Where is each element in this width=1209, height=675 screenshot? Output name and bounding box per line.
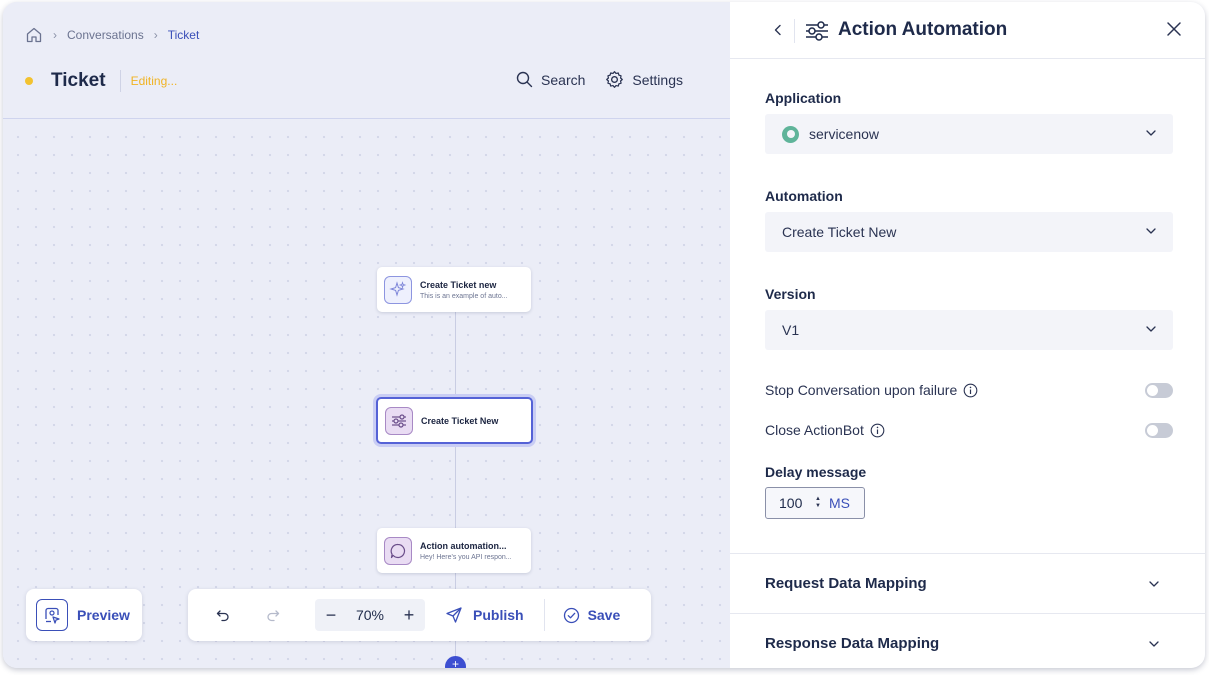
- close-icon: [1167, 22, 1181, 36]
- chevron-down-icon: [1146, 326, 1156, 332]
- publish-button[interactable]: Publish: [445, 606, 524, 624]
- automation-label: Automation: [765, 188, 843, 204]
- check-circle-icon: [563, 607, 579, 623]
- sparkle-icon: [384, 275, 412, 304]
- node-subtitle: This is an example of auto...: [420, 292, 508, 300]
- home-icon[interactable]: [25, 26, 43, 44]
- flow-connector: [455, 312, 456, 398]
- settings-label: Settings: [632, 71, 683, 88]
- back-button[interactable]: [770, 20, 786, 40]
- stepper-up-icon[interactable]: ▲: [815, 496, 821, 503]
- status-dot: [25, 77, 33, 85]
- header-divider: [794, 19, 795, 43]
- chevron-left-icon: [774, 24, 781, 36]
- search-button[interactable]: Search: [516, 71, 585, 88]
- breadcrumb-ticket[interactable]: Ticket: [168, 28, 200, 42]
- toolbar-divider: [543, 599, 545, 631]
- delay-stepper[interactable]: ▲ ▼: [815, 496, 821, 510]
- close-actionbot-label: Close ActionBot: [765, 422, 864, 438]
- preview-button[interactable]: Preview: [26, 589, 142, 641]
- close-actionbot-toggle[interactable]: [1145, 423, 1173, 438]
- editing-status: Editing...: [130, 74, 178, 88]
- zoom-control: − 70% +: [315, 599, 425, 631]
- chevron-down-icon: [1146, 228, 1156, 234]
- close-actionbot-row: Close ActionBot: [765, 422, 1173, 438]
- node-title: Action automation...: [420, 540, 507, 551]
- zoom-out-button[interactable]: −: [323, 605, 339, 626]
- preview-icon: [36, 599, 68, 631]
- automation-select[interactable]: Create Ticket New: [765, 212, 1173, 252]
- publish-label: Publish: [473, 607, 524, 623]
- action-automation-panel: Action Automation Application servicenow…: [730, 2, 1205, 668]
- breadcrumb-conversations[interactable]: Conversations: [67, 28, 144, 42]
- request-data-mapping-label: Request Data Mapping: [765, 575, 927, 592]
- chevron-down-icon: [1149, 581, 1159, 587]
- search-label: Search: [541, 71, 586, 88]
- node-title: Create Ticket new: [420, 279, 497, 290]
- search-icon: [516, 71, 533, 88]
- panel-title: Action Automation: [838, 19, 1008, 40]
- servicenow-logo-icon: [782, 125, 799, 143]
- redo-button[interactable]: [255, 608, 291, 622]
- zoom-level: 70%: [355, 607, 385, 623]
- stop-on-failure-toggle[interactable]: [1145, 383, 1173, 398]
- info-icon[interactable]: [963, 383, 978, 398]
- page-title: Ticket: [51, 70, 106, 91]
- flow-canvas[interactable]: [3, 120, 730, 668]
- info-icon[interactable]: [870, 423, 885, 438]
- delay-input[interactable]: 100 ▲ ▼ MS: [765, 487, 865, 519]
- application-label: Application: [765, 90, 842, 106]
- response-data-mapping-label: Response Data Mapping: [765, 635, 940, 652]
- undo-button[interactable]: [205, 608, 241, 622]
- title-divider: [119, 70, 121, 92]
- version-select[interactable]: V1: [765, 310, 1173, 350]
- version-value: V1: [782, 322, 800, 338]
- delay-label: Delay message: [765, 464, 867, 480]
- stop-on-failure-row: Stop Conversation upon failure: [765, 382, 1173, 398]
- chevron-right-icon: ›: [153, 28, 158, 42]
- node-subtitle: Hey! Here's you API respon...: [420, 553, 512, 561]
- node-title: Create Ticket New: [421, 415, 499, 426]
- delay-unit: MS: [828, 495, 850, 511]
- flow-editor: › Conversations › Ticket Ticket Editing.…: [3, 2, 730, 668]
- undo-icon: [216, 610, 229, 622]
- automation-icon: [385, 406, 413, 435]
- version-label: Version: [765, 286, 816, 302]
- panel-header: Action Automation: [730, 2, 1205, 59]
- preview-label: Preview: [77, 607, 130, 623]
- zoom-in-button[interactable]: +: [401, 605, 417, 626]
- request-data-mapping-section[interactable]: Request Data Mapping: [730, 553, 1205, 613]
- bottom-toolbar: − 70% + Publish Save: [188, 589, 651, 641]
- automation-icon: [804, 19, 830, 48]
- application-value: servicenow: [809, 126, 880, 142]
- settings-button[interactable]: Settings: [605, 70, 683, 89]
- save-button[interactable]: Save: [563, 607, 621, 624]
- close-button[interactable]: [1166, 21, 1182, 42]
- breadcrumb: › Conversations › Ticket: [25, 26, 199, 44]
- message-icon: [384, 536, 412, 565]
- redo-icon: [267, 610, 280, 622]
- chevron-right-icon: ›: [53, 28, 57, 42]
- app-window: › Conversations › Ticket Ticket Editing.…: [3, 2, 1205, 668]
- header-actions: Search Settings: [496, 70, 683, 89]
- flow-node-create-ticket-automation[interactable]: Create Ticket New: [376, 397, 533, 444]
- application-select[interactable]: servicenow: [765, 114, 1173, 154]
- chevron-down-icon: [1149, 641, 1159, 647]
- delay-value: 100: [779, 495, 803, 511]
- stepper-down-icon[interactable]: ▼: [815, 503, 821, 510]
- response-data-mapping-section[interactable]: Response Data Mapping: [730, 613, 1205, 668]
- flow-node-create-ticket-ai[interactable]: Create Ticket new This is an example of …: [377, 267, 531, 312]
- title-row: Ticket Editing...: [25, 68, 177, 94]
- send-icon: [446, 607, 462, 623]
- chevron-down-icon: [1146, 130, 1156, 136]
- gear-icon: [606, 71, 624, 88]
- flow-node-action-automation-message[interactable]: Action automation... Hey! Here's you API…: [377, 528, 531, 573]
- save-label: Save: [587, 607, 621, 623]
- flow-connector: [455, 444, 456, 530]
- automation-value: Create Ticket New: [782, 224, 897, 240]
- stop-on-failure-label: Stop Conversation upon failure: [765, 382, 958, 398]
- editor-header: › Conversations › Ticket Ticket Editing.…: [3, 2, 730, 119]
